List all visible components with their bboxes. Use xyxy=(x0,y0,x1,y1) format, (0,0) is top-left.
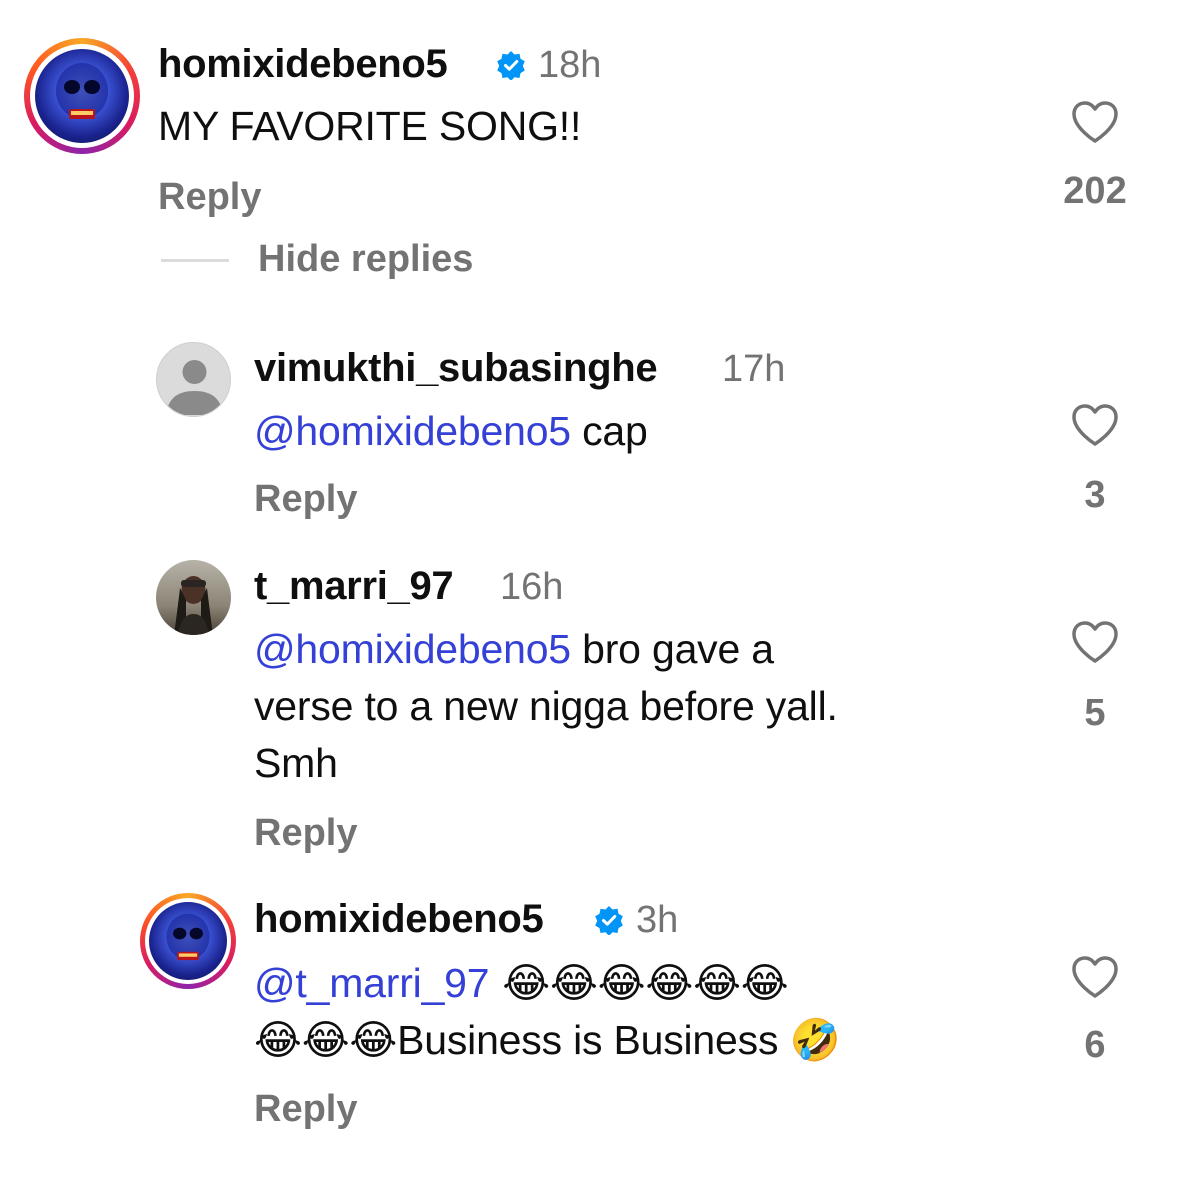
comment-username[interactable]: homixidebeno5 xyxy=(158,42,448,87)
comment-body-line: verse to a new nigga before yall. xyxy=(254,683,838,729)
laughing-emoji-row: 😂😂😂😂😂😂 xyxy=(489,959,789,1007)
laughing-emoji-row: 😂😂😂 xyxy=(254,1016,398,1064)
default-profile-icon xyxy=(166,360,223,415)
mention-link[interactable]: @homixidebeno5 xyxy=(254,408,571,454)
reply-button[interactable]: Reply xyxy=(254,478,357,521)
comment-body-line: Smh xyxy=(254,740,338,786)
avatar[interactable] xyxy=(156,560,231,635)
like-count: 5 xyxy=(1084,692,1106,734)
hide-replies-divider xyxy=(161,259,229,262)
reply-button[interactable]: Reply xyxy=(158,176,261,219)
comment-username[interactable]: t_marri_97 xyxy=(254,564,454,609)
like-count: 6 xyxy=(1084,1024,1106,1066)
comment-username[interactable]: homixidebeno5 xyxy=(254,897,544,942)
comment-body-line: bro gave a xyxy=(570,626,774,672)
rofl-emoji: 🤣 xyxy=(789,1016,841,1064)
comment-timestamp: 18h xyxy=(538,44,602,86)
comment-timestamp: 3h xyxy=(636,899,679,941)
verified-badge-icon xyxy=(497,51,525,80)
comment-text: @homixidebeno5 cap xyxy=(254,403,648,460)
mention-link[interactable]: @homixidebeno5 xyxy=(254,626,571,672)
comment-body: cap xyxy=(570,408,648,454)
comment-text: MY FAVORITE SONG!! xyxy=(158,103,582,149)
like-heart-icon[interactable] xyxy=(1071,620,1119,664)
comment-timestamp: 16h xyxy=(500,566,564,608)
verified-badge-icon xyxy=(595,906,623,935)
comment-body: Business is Business xyxy=(397,1017,790,1063)
reply-button[interactable]: Reply xyxy=(254,1088,357,1131)
avatar[interactable] xyxy=(149,902,227,980)
reply-button[interactable]: Reply xyxy=(254,812,357,855)
comment-username[interactable]: vimukthi_subasinghe xyxy=(254,346,658,391)
mention-link[interactable]: @t_marri_97 xyxy=(254,960,490,1006)
like-heart-icon[interactable] xyxy=(1071,955,1119,999)
comment-text: @homixidebeno5 bro gave a verse to a new… xyxy=(254,621,1034,792)
like-heart-icon[interactable] xyxy=(1071,403,1119,447)
user-photo-icon xyxy=(174,576,213,635)
skull-icon xyxy=(166,913,210,961)
hide-replies-button[interactable]: Hide replies xyxy=(258,238,473,281)
avatar[interactable] xyxy=(35,49,129,143)
like-count: 202 xyxy=(1063,170,1127,212)
like-heart-icon[interactable] xyxy=(1071,100,1119,144)
avatar[interactable] xyxy=(156,342,231,417)
like-count: 3 xyxy=(1084,474,1106,516)
skull-icon xyxy=(56,63,108,119)
comment-text: @t_marri_97 😂😂😂😂😂😂 😂😂😂Business is Busine… xyxy=(254,955,1044,1069)
comment-timestamp: 17h xyxy=(722,348,786,390)
